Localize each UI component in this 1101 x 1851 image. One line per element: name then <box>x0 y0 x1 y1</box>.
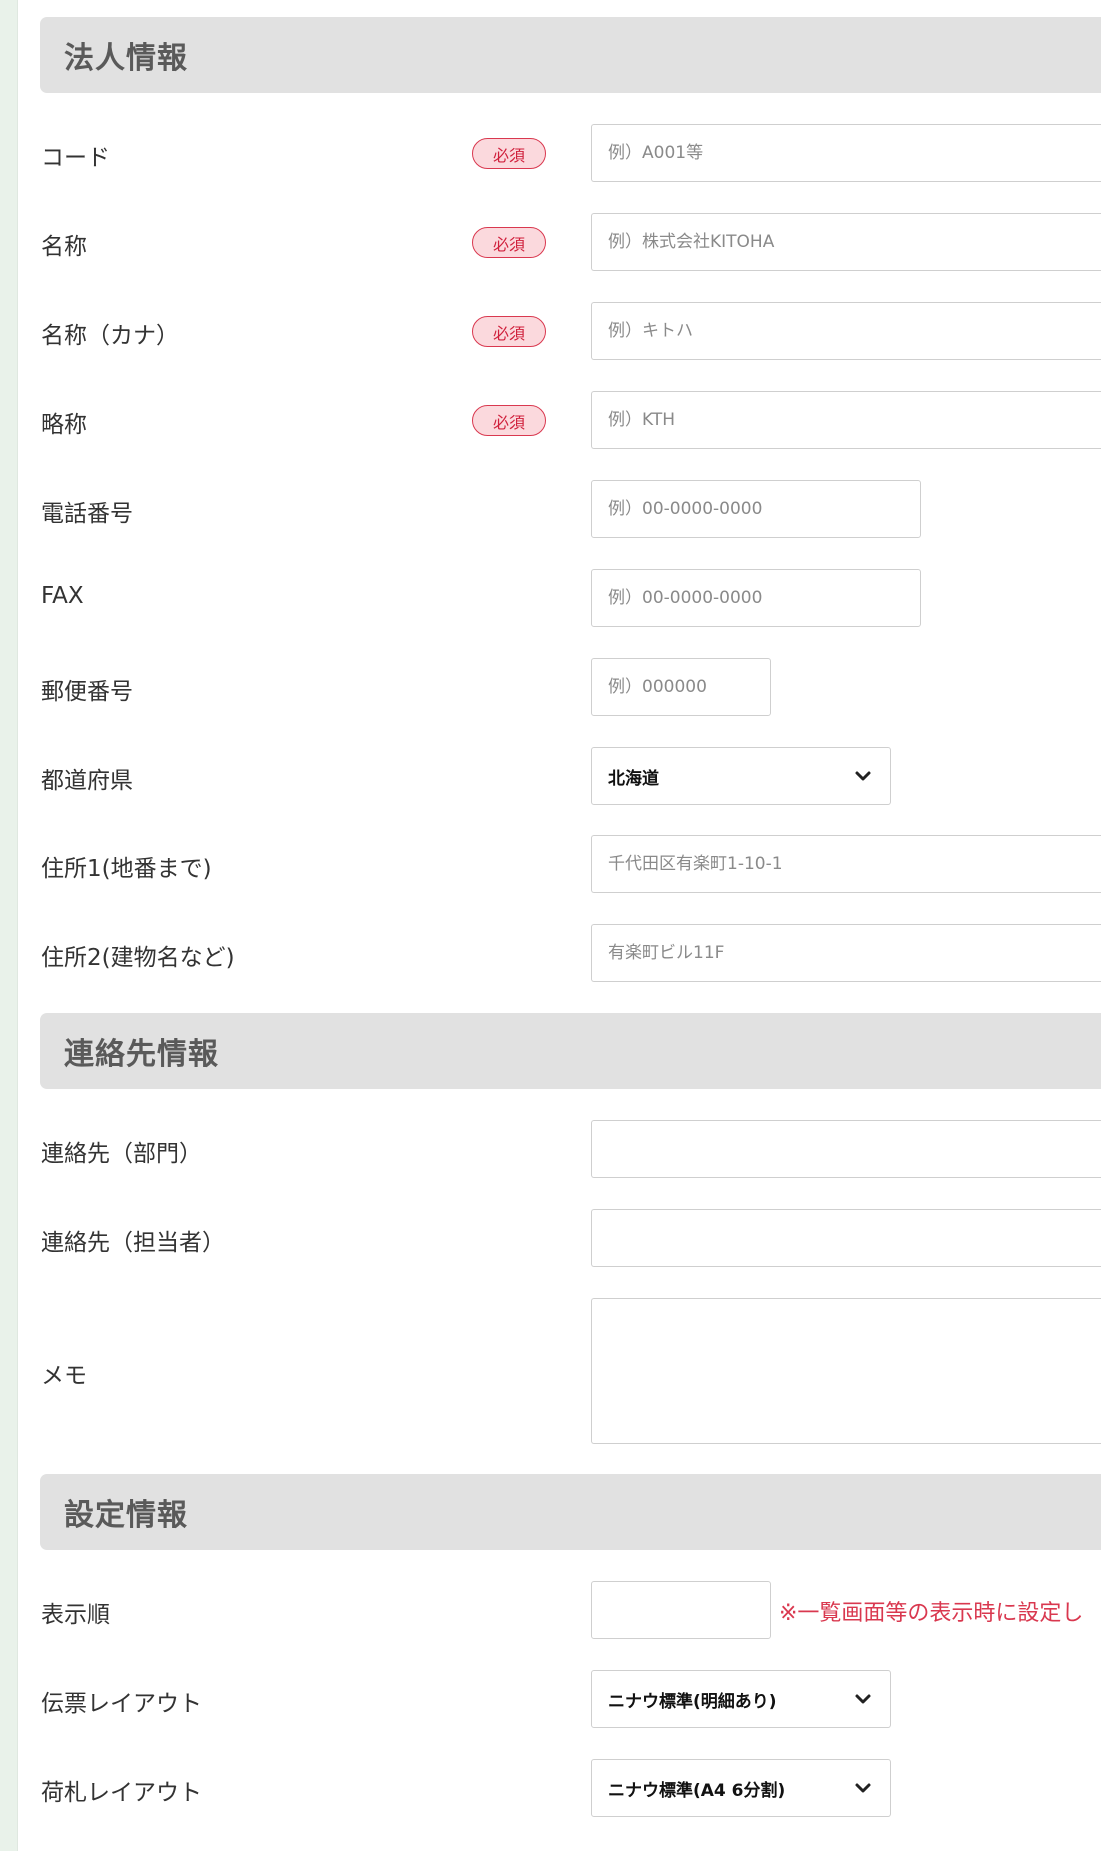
field-label: 伝票レイアウト <box>41 1691 202 1717</box>
field-label: 名称 <box>41 234 87 260</box>
display-order-input[interactable] <box>591 1581 771 1639</box>
prefecture-select[interactable]: 北海道 <box>591 747 891 805</box>
memo-textarea[interactable] <box>591 1298 1101 1444</box>
field-label: FAX <box>41 583 84 609</box>
field-label: 連絡先（部門） <box>41 1141 202 1167</box>
field-label: 住所2(建物名など) <box>41 945 235 971</box>
required-badge: 必須 <box>472 227 546 258</box>
fax-input[interactable] <box>591 569 921 627</box>
section-header-corporate: 法人情報 <box>40 17 1101 93</box>
tag-layout-select[interactable]: ニナウ標準(A4 6分割) <box>591 1759 891 1817</box>
field-label: 名称（カナ） <box>41 323 179 349</box>
selected-value: ニナウ標準(明細あり) <box>608 1691 777 1712</box>
chevron-down-icon <box>855 771 871 781</box>
section-title: 法人情報 <box>64 41 188 76</box>
selected-value: 北海道 <box>608 768 659 789</box>
field-label: 略称 <box>41 412 87 438</box>
name-input[interactable] <box>591 213 1101 271</box>
code-input[interactable] <box>591 124 1101 182</box>
address1-input[interactable] <box>591 835 1101 893</box>
form-content: 法人情報 コード 必須 名称 必須 名称（カナ） 必須 略称 必須 電話番号 F… <box>40 0 1101 1851</box>
section-title: 連絡先情報 <box>64 1037 219 1072</box>
address2-input[interactable] <box>591 924 1101 982</box>
field-label: メモ <box>41 1363 87 1389</box>
field-label: 郵便番号 <box>41 679 133 705</box>
required-badge: 必須 <box>472 405 546 436</box>
field-label: 荷札レイアウト <box>41 1780 202 1806</box>
required-badge: 必須 <box>472 138 546 169</box>
section-header-contact: 連絡先情報 <box>40 1013 1101 1089</box>
field-label: 都道府県 <box>41 768 133 794</box>
name-kana-input[interactable] <box>591 302 1101 360</box>
contact-person-input[interactable] <box>591 1209 1101 1267</box>
field-label: 電話番号 <box>41 501 133 527</box>
chevron-down-icon <box>855 1783 871 1793</box>
short-name-input[interactable] <box>591 391 1101 449</box>
phone-input[interactable] <box>591 480 921 538</box>
section-title: 設定情報 <box>64 1498 188 1533</box>
section-header-settings: 設定情報 <box>40 1474 1101 1550</box>
chevron-down-icon <box>855 1694 871 1704</box>
contact-department-input[interactable] <box>591 1120 1101 1178</box>
required-badge: 必須 <box>472 316 546 347</box>
selected-value: ニナウ標準(A4 6分割) <box>608 1780 786 1801</box>
left-sidebar-edge <box>0 0 18 1851</box>
field-label: 表示順 <box>41 1602 110 1628</box>
slip-layout-select[interactable]: ニナウ標準(明細あり) <box>591 1670 891 1728</box>
postal-code-input[interactable] <box>591 658 771 716</box>
field-label: コード <box>41 145 110 171</box>
display-order-note: ※一覧画面等の表示時に設定し <box>779 1601 1084 1626</box>
field-label: 住所1(地番まで) <box>41 856 212 882</box>
field-label: 連絡先（担当者） <box>41 1230 225 1256</box>
